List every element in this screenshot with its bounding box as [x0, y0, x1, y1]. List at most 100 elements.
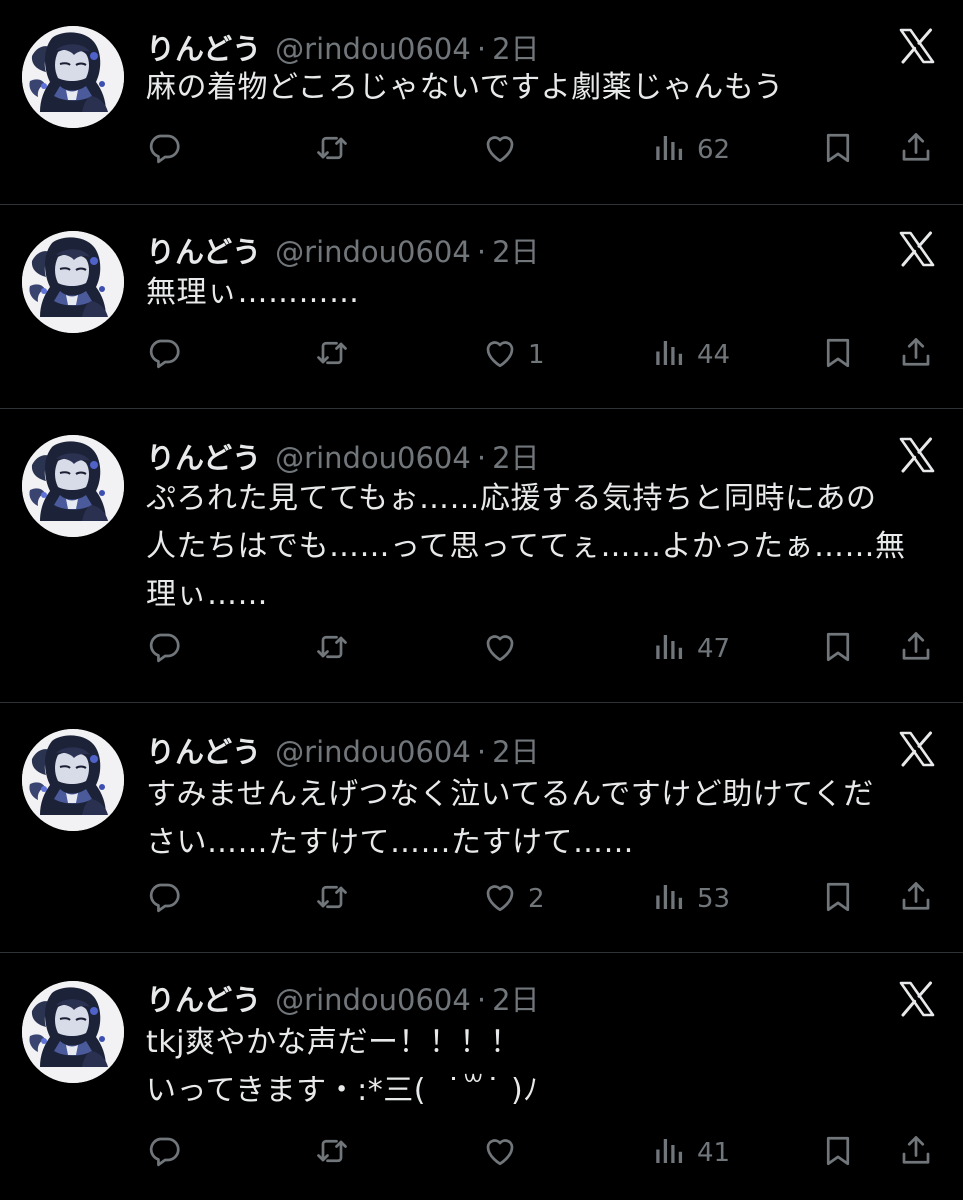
like-count: 1 [528, 340, 545, 370]
views-button[interactable]: 53 [651, 879, 730, 919]
tweet-text: 麻の着物どころじゃないですよ劇薬じゃんもう [146, 70, 784, 105]
separator-dot: · [476, 441, 487, 475]
separator-dot: · [476, 735, 487, 769]
separator-dot: · [476, 235, 487, 269]
separator-dot: · [476, 32, 487, 66]
share-button[interactable] [898, 1133, 934, 1173]
reply-button[interactable] [146, 335, 182, 375]
display-name[interactable]: りんどう [146, 26, 261, 68]
tweet[interactable]: りんどう @rindou0604 · 2日 tkj爽やかな声だー！！！！ いって… [0, 953, 963, 1200]
avatar[interactable] [22, 729, 124, 831]
views-button[interactable]: 41 [651, 1133, 730, 1173]
separator-dot: · [476, 983, 487, 1017]
share-icon [898, 629, 934, 669]
share-icon [898, 1133, 934, 1173]
retweet-button[interactable] [314, 1133, 350, 1173]
tweet-header: りんどう @rindou0604 · 2日 [146, 977, 540, 1017]
reply-icon [146, 1133, 182, 1173]
display-name[interactable]: りんどう [146, 229, 261, 271]
views-chart-icon [651, 1133, 687, 1173]
like-button[interactable]: 1 [482, 335, 545, 375]
bookmark-icon [820, 1133, 856, 1173]
like-count: 2 [528, 884, 545, 914]
heart-icon [482, 335, 518, 375]
share-button[interactable] [898, 879, 934, 919]
like-button[interactable] [482, 629, 528, 669]
user-handle[interactable]: @rindou0604 [275, 735, 471, 769]
retweet-button[interactable] [314, 879, 350, 919]
display-name[interactable]: りんどう [146, 977, 261, 1019]
timeline-feed: りんどう @rindou0604 · 2日 麻の着物どころじゃないですよ劇薬じゃ… [0, 0, 963, 1200]
tweet-header: りんどう @rindou0604 · 2日 [146, 435, 540, 475]
share-icon [898, 130, 934, 170]
bookmark-icon [820, 335, 856, 375]
heart-icon [482, 1133, 518, 1173]
retweet-icon [314, 629, 350, 669]
like-button[interactable] [482, 130, 528, 170]
reply-button[interactable] [146, 130, 182, 170]
like-button[interactable] [482, 1133, 528, 1173]
retweet-icon [314, 1133, 350, 1173]
avatar[interactable] [22, 26, 124, 128]
tweet[interactable]: りんどう @rindou0604 · 2日 ぷろれた見ててもぉ……応援する気持ち… [0, 409, 963, 702]
share-button[interactable] [898, 629, 934, 669]
bookmark-button[interactable] [820, 1133, 856, 1173]
retweet-button[interactable] [314, 335, 350, 375]
bookmark-button[interactable] [820, 130, 856, 170]
user-handle[interactable]: @rindou0604 [275, 32, 471, 66]
views-button[interactable]: 47 [651, 629, 730, 669]
views-button[interactable]: 62 [651, 130, 730, 170]
retweet-button[interactable] [314, 130, 350, 170]
views-button[interactable]: 44 [651, 335, 730, 375]
x-logo-icon [897, 729, 937, 769]
tweet-header: りんどう @rindou0604 · 2日 [146, 729, 540, 769]
avatar[interactable] [22, 435, 124, 537]
timestamp[interactable]: 2日 [492, 26, 539, 68]
reply-button[interactable] [146, 1133, 182, 1173]
heart-icon [482, 130, 518, 170]
reply-button[interactable] [146, 879, 182, 919]
tweet-header: りんどう @rindou0604 · 2日 [146, 26, 540, 66]
avatar[interactable] [22, 981, 124, 1083]
views-chart-icon [651, 879, 687, 919]
bookmark-icon [820, 879, 856, 919]
view-count: 41 [697, 1138, 731, 1168]
tweet[interactable]: りんどう @rindou0604 · 2日 すみませんえげつなく泣いてるんですけ… [0, 703, 963, 952]
share-icon [898, 879, 934, 919]
user-handle[interactable]: @rindou0604 [275, 983, 471, 1017]
share-button[interactable] [898, 130, 934, 170]
retweet-button[interactable] [314, 629, 350, 669]
timestamp[interactable]: 2日 [492, 229, 539, 271]
tweet-text: tkj爽やかな声だー！！！！ いってきます・:*三( ˙꒳˙ )ﾉ [146, 1025, 539, 1108]
x-logo-icon [897, 979, 937, 1019]
view-count: 47 [697, 634, 731, 664]
timestamp[interactable]: 2日 [492, 729, 539, 771]
tweet[interactable]: りんどう @rindou0604 · 2日 無理ぃ………… 1 44 [0, 205, 963, 408]
x-logo-icon [897, 26, 937, 66]
bookmark-button[interactable] [820, 335, 856, 375]
user-handle[interactable]: @rindou0604 [275, 441, 471, 475]
timestamp[interactable]: 2日 [492, 977, 539, 1019]
view-count: 53 [697, 884, 731, 914]
like-button[interactable]: 2 [482, 879, 545, 919]
user-handle[interactable]: @rindou0604 [275, 235, 471, 269]
heart-icon [482, 879, 518, 919]
x-logo-icon [897, 229, 937, 269]
tweet[interactable]: りんどう @rindou0604 · 2日 麻の着物どころじゃないですよ劇薬じゃ… [0, 0, 963, 204]
reply-button[interactable] [146, 629, 182, 669]
bookmark-button[interactable] [820, 629, 856, 669]
share-icon [898, 335, 934, 375]
display-name[interactable]: りんどう [146, 435, 261, 477]
views-chart-icon [651, 629, 687, 669]
timestamp[interactable]: 2日 [492, 435, 539, 477]
tweet-text: 無理ぃ………… [146, 275, 360, 310]
x-logo-icon [897, 435, 937, 475]
bookmark-button[interactable] [820, 879, 856, 919]
display-name[interactable]: りんどう [146, 729, 261, 771]
reply-icon [146, 130, 182, 170]
share-button[interactable] [898, 335, 934, 375]
views-chart-icon [651, 335, 687, 375]
avatar[interactable] [22, 231, 124, 333]
bookmark-icon [820, 629, 856, 669]
tweet-actions: 2 53 [146, 879, 937, 919]
